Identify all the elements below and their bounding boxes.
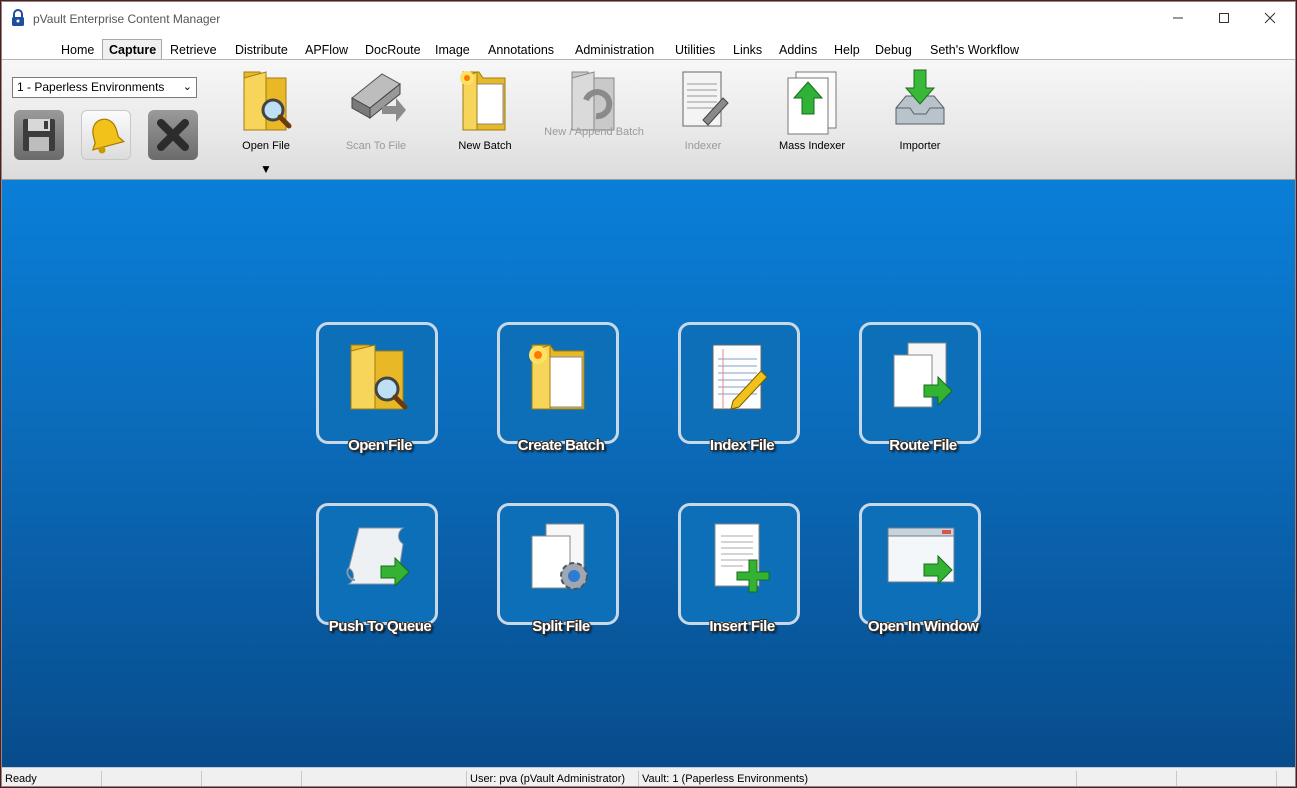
tile-split-file[interactable]: Split File <box>497 503 619 635</box>
scan-to-file-button[interactable]: Scan To File <box>326 66 426 176</box>
mass-indexer-label: Mass Indexer <box>778 140 846 152</box>
window-arrow-icon <box>887 527 955 586</box>
importer-label: Importer <box>899 140 941 152</box>
status-bar: Ready User: pva (pVault Administrator) V… <box>2 767 1295 786</box>
tab-seths-workflow[interactable]: Seth's Workflow <box>924 40 1025 60</box>
tile-create-batch[interactable]: Create Batch <box>497 322 619 454</box>
tab-help[interactable]: Help <box>828 40 866 60</box>
notepad-pencil-icon <box>712 344 768 410</box>
status-empty-4 <box>1077 771 1177 786</box>
close-icon <box>1264 12 1276 24</box>
vault-select[interactable]: 1 - Paperless Environments ⌄ <box>12 77 197 98</box>
tile-route-file[interactable]: Route File <box>859 322 981 454</box>
tab-utilities[interactable]: Utilities <box>669 40 721 60</box>
folder-search-icon <box>350 344 408 410</box>
vault-select-value: 1 - Paperless Environments <box>17 80 165 94</box>
status-empty-2 <box>202 771 302 786</box>
status-user: User: pva (pVault Administrator) <box>467 771 639 786</box>
importer-button[interactable]: Importer <box>870 66 970 176</box>
insert-file-plus-icon <box>714 523 770 593</box>
window-title: pVault Enterprise Content Manager <box>33 12 221 26</box>
folder-search-icon <box>243 71 292 131</box>
close-x-icon <box>157 119 189 151</box>
title-bar: pVault Enterprise Content Manager <box>2 2 1295 34</box>
indexer-label: Indexer <box>684 140 722 152</box>
new-batch-label: New Batch <box>458 140 512 152</box>
minimize-button[interactable] <box>1155 2 1201 34</box>
scan-to-file-label: Scan To File <box>345 140 407 152</box>
lock-icon <box>12 9 24 26</box>
tile-index-file-label: Index File <box>709 437 775 454</box>
new-batch-folder-icon <box>529 344 585 410</box>
tile-push-to-queue[interactable]: Push To Queue <box>316 503 438 635</box>
minimize-icon <box>1173 17 1183 19</box>
tile-route-file-label: Route File <box>889 437 957 454</box>
tab-annotations[interactable]: Annotations <box>482 40 560 60</box>
tab-addins[interactable]: Addins <box>773 40 823 60</box>
capture-launchpad: Open File Create Batch Index File Route … <box>2 180 1295 767</box>
ribbon-tabs: Home Capture Retrieve Distribute APFlow … <box>2 34 1295 87</box>
tile-index-file[interactable]: Index File <box>678 322 800 454</box>
indexer-button[interactable]: Indexer <box>653 66 753 176</box>
mass-indexer-icon <box>787 71 837 135</box>
tile-open-in-window-label: Open In Window <box>867 618 979 635</box>
scanner-icon <box>351 73 406 122</box>
notify-button[interactable] <box>81 110 131 160</box>
tab-links[interactable]: Links <box>727 40 768 60</box>
close-window-button[interactable] <box>1247 2 1293 34</box>
chevron-down-icon: ⌄ <box>182 81 192 93</box>
new-append-batch-label: New / Append Batch <box>544 126 644 138</box>
open-file-button[interactable]: Open File ▼ <box>216 66 316 176</box>
maximize-icon <box>1219 13 1229 23</box>
new-batch-folder-icon <box>460 71 506 131</box>
mass-indexer-button[interactable]: Mass Indexer <box>762 66 862 176</box>
tab-home[interactable]: Home <box>55 40 100 60</box>
tab-retrieve[interactable]: Retrieve <box>164 40 223 60</box>
route-file-icon <box>893 342 953 408</box>
tile-create-batch-label: Create Batch <box>517 437 605 454</box>
tab-distribute[interactable]: Distribute <box>229 40 294 60</box>
save-button[interactable] <box>14 110 64 160</box>
status-empty-1 <box>102 771 202 786</box>
tab-capture[interactable]: Capture <box>102 39 162 61</box>
dropdown-arrow-icon[interactable]: ▼ <box>260 162 272 176</box>
split-file-gear-icon <box>531 523 588 590</box>
status-state: Ready <box>2 771 102 786</box>
tile-open-file-label: Open File <box>348 437 412 454</box>
notepad-pencil-icon <box>682 71 729 127</box>
tab-image[interactable]: Image <box>429 40 476 60</box>
tile-open-in-window[interactable]: Open In Window <box>859 503 981 635</box>
status-empty-3 <box>302 771 467 786</box>
new-batch-button[interactable]: New Batch <box>435 66 535 176</box>
capture-toolbar: 1 - Paperless Environments ⌄ Open File ▼… <box>2 59 1295 181</box>
tile-insert-file-label: Insert File <box>709 618 775 635</box>
tab-administration[interactable]: Administration <box>569 40 660 60</box>
cancel-button[interactable] <box>148 110 198 160</box>
importer-tray-icon <box>895 69 945 125</box>
status-empty-5 <box>1177 771 1277 786</box>
save-icon <box>23 119 55 151</box>
status-vault: Vault: 1 (Paperless Environments) <box>639 771 1077 786</box>
tab-docroute[interactable]: DocRoute <box>359 40 427 60</box>
scroll-arrow-icon <box>346 527 410 588</box>
tab-debug[interactable]: Debug <box>869 40 918 60</box>
tile-open-file[interactable]: Open File <box>316 322 438 454</box>
bell-icon <box>91 118 126 154</box>
tile-insert-file[interactable]: Insert File <box>678 503 800 635</box>
tab-apflow[interactable]: APFlow <box>299 40 354 60</box>
open-file-label: Open File <box>242 140 290 152</box>
tile-push-to-queue-label: Push To Queue <box>328 618 432 635</box>
maximize-button[interactable] <box>1201 2 1247 34</box>
new-append-batch-button[interactable]: New / Append Batch <box>544 66 644 176</box>
tile-split-file-label: Split File <box>532 618 590 635</box>
app-window: pVault Enterprise Content Manager Home C… <box>1 1 1296 787</box>
